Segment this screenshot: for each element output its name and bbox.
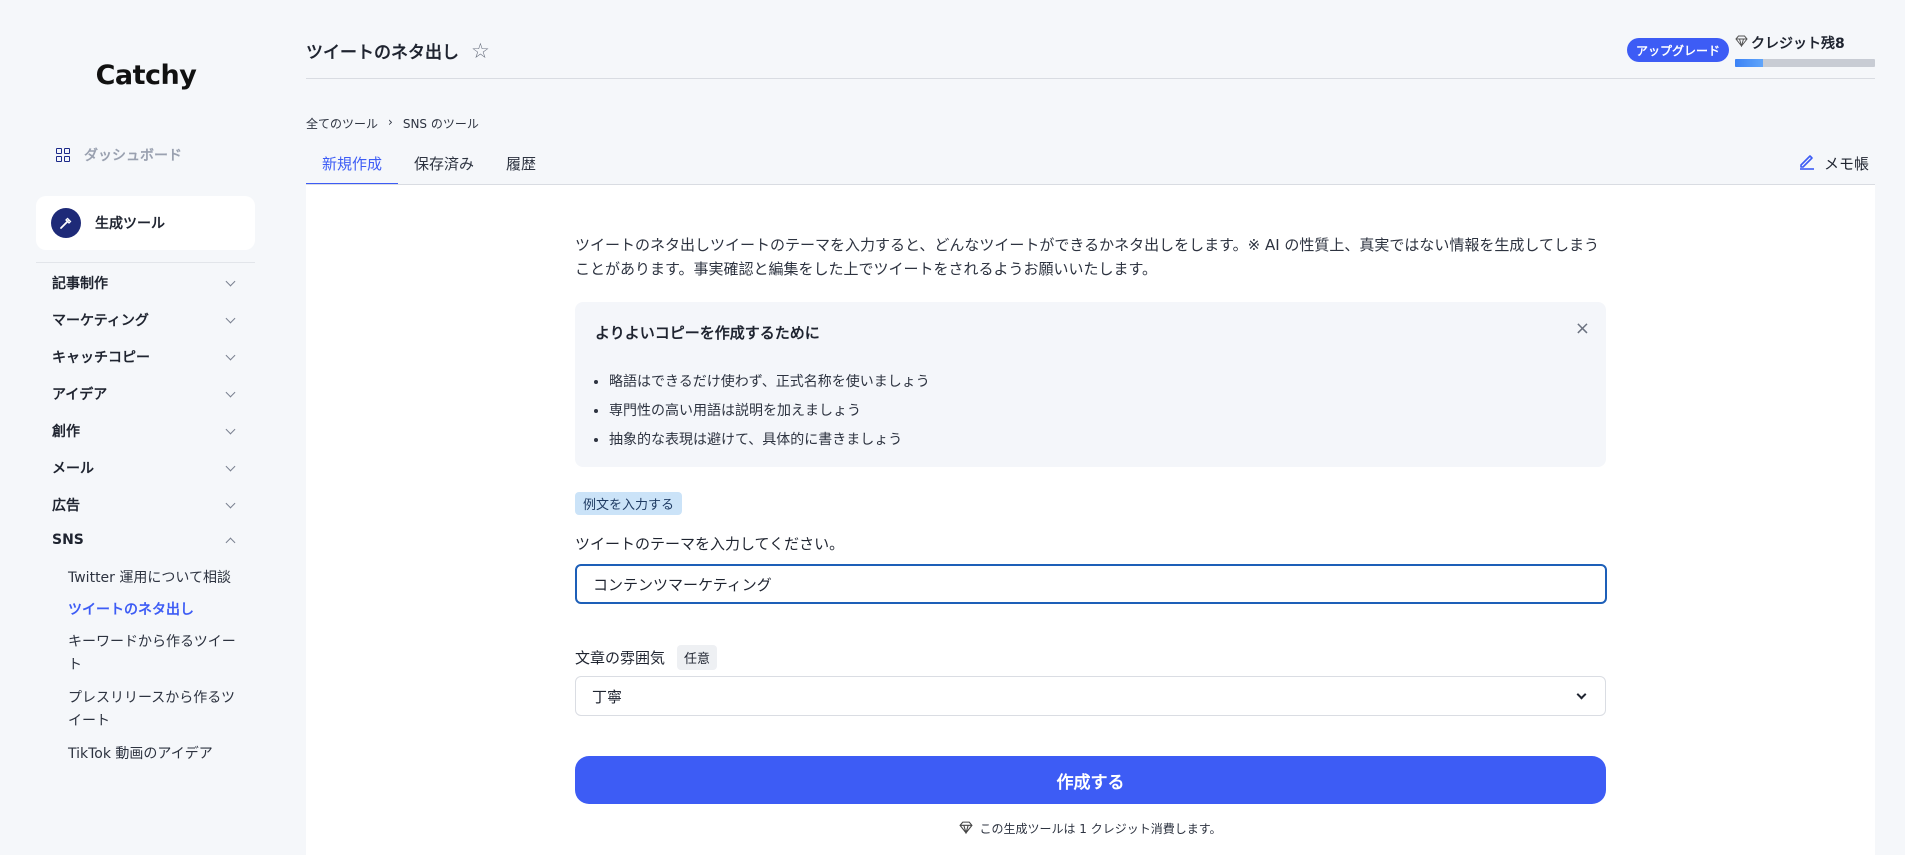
sidebar-item-dashboard[interactable]: ダッシュボード: [56, 145, 182, 165]
star-icon[interactable]: ☆: [471, 39, 490, 63]
chevron-down-icon: [225, 424, 236, 434]
app-logo[interactable]: Catchy: [0, 60, 292, 91]
category-catchcopy[interactable]: キャッチコピー: [52, 347, 238, 367]
tips-title: よりよいコピーを作成するために: [595, 324, 820, 342]
divider: [36, 262, 255, 263]
chevron-down-icon: [1576, 689, 1587, 699]
tab-saved[interactable]: 保存済み: [398, 145, 490, 185]
credit-text: クレジット残8: [1751, 36, 1845, 52]
category-label: キャッチコピー: [52, 350, 150, 366]
category-sns[interactable]: SNS: [52, 532, 238, 548]
credit-note-text: この生成ツールは 1 クレジット消費します。: [979, 822, 1222, 836]
sidebar-item-tiktok-ideas[interactable]: TikTok 動画のアイデア: [68, 743, 248, 766]
tone-label-text: 文章の雰囲気: [575, 649, 666, 667]
diamond-icon: [959, 821, 974, 837]
chevron-down-icon: [225, 313, 236, 323]
list-item: 略語はできるだけ使わず、正式名称を使いましょう: [609, 368, 930, 397]
credit-progress-fill: [1735, 59, 1763, 67]
category-label: メール: [52, 461, 94, 477]
category-creative[interactable]: 創作: [52, 421, 238, 441]
chevron-down-icon: [225, 461, 236, 471]
list-item: 専門性の高い用語は説明を加えましょう: [609, 397, 930, 426]
category-label: アイデア: [52, 387, 108, 403]
category-label: 創作: [52, 424, 80, 440]
header-divider: [306, 78, 1875, 79]
tab-bar: 新規作成 保存済み 履歴: [306, 145, 552, 185]
chevron-up-icon: [225, 537, 236, 547]
breadcrumb-item-all-tools[interactable]: 全てのツール: [306, 115, 378, 132]
sidebar-item-twitter-consult[interactable]: Twitter 運用について相談: [68, 567, 248, 590]
sidebar: Catchy ダッシュボード 生成ツール 記事制作 マーケティング キャッチコピ…: [0, 0, 306, 855]
tab-history[interactable]: 履歴: [490, 145, 552, 185]
chevron-down-icon: [225, 350, 236, 360]
credit-display: クレジット残8: [1735, 33, 1845, 53]
main-panel: [306, 185, 1875, 855]
breadcrumb: 全てのツール › SNS のツール: [306, 115, 479, 132]
list-item: 抽象的な表現は避けて、具体的に書きましょう: [609, 426, 930, 455]
category-label: 広告: [52, 498, 80, 514]
tips-box: よりよいコピーを作成するために × 略語はできるだけ使わず、正式名称を使いましょ…: [575, 302, 1606, 467]
page-title: ツイートのネタ出し ☆: [306, 38, 490, 64]
breadcrumb-separator: ›: [388, 115, 393, 129]
sidebar-item-label: ダッシュボード: [84, 148, 182, 164]
close-icon[interactable]: ×: [1575, 318, 1590, 339]
upgrade-button[interactable]: アップグレード: [1627, 38, 1730, 62]
tab-new[interactable]: 新規作成: [306, 145, 399, 185]
memo-button[interactable]: メモ帳: [1798, 152, 1869, 174]
sidebar-item-generate-tools[interactable]: 生成ツール: [36, 196, 255, 250]
chevron-down-icon: [225, 498, 236, 508]
category-ads[interactable]: 広告: [52, 495, 238, 515]
page-title-text: ツイートのネタ出し: [306, 43, 459, 63]
magic-wand-icon: [51, 208, 81, 238]
tool-description: ツイートのネタ出しツイートのテーマを入力すると、どんなツイートができるかネタ出し…: [575, 236, 1599, 278]
sidebar-item-label: 生成ツール: [95, 216, 165, 232]
category-idea[interactable]: アイデア: [52, 384, 238, 404]
chevron-down-icon: [225, 387, 236, 397]
theme-input[interactable]: [575, 564, 1607, 604]
memo-label: メモ帳: [1824, 154, 1870, 173]
category-label: 記事制作: [52, 276, 108, 292]
tips-list: 略語はできるだけ使わず、正式名称を使いましょう 専門性の高い用語は説明を加えまし…: [609, 368, 930, 455]
sidebar-item-tweet-ideas[interactable]: ツイートのネタ出し: [68, 599, 248, 622]
category-mail[interactable]: メール: [52, 458, 238, 478]
diamond-icon: [1735, 35, 1748, 51]
sidebar-item-press-release-tweet[interactable]: プレスリリースから作るツイート: [68, 687, 248, 733]
sidebar-item-keyword-tweet[interactable]: キーワードから作るツイート: [68, 631, 248, 677]
tone-label: 文章の雰囲気 任意: [575, 645, 718, 670]
theme-label: ツイートのテーマを入力してください。: [575, 535, 845, 553]
optional-badge: 任意: [677, 645, 718, 670]
credit-progress-bar: [1735, 59, 1875, 67]
grid-icon: [56, 148, 70, 162]
breadcrumb-item-sns-tools[interactable]: SNS のツール: [403, 115, 479, 132]
chevron-down-icon: [225, 276, 236, 286]
tone-select[interactable]: 丁寧: [575, 676, 1606, 716]
tone-select-value: 丁寧: [592, 687, 623, 706]
category-label: SNS: [52, 532, 84, 548]
example-fill-button[interactable]: 例文を入力する: [575, 492, 683, 515]
category-article[interactable]: 記事制作: [52, 273, 238, 293]
pencil-icon: [1798, 152, 1816, 174]
category-label: マーケティング: [52, 313, 149, 329]
credit-note: この生成ツールは 1 クレジット消費します。: [575, 820, 1606, 837]
category-marketing[interactable]: マーケティング: [52, 310, 238, 330]
create-button[interactable]: 作成する: [575, 756, 1606, 804]
